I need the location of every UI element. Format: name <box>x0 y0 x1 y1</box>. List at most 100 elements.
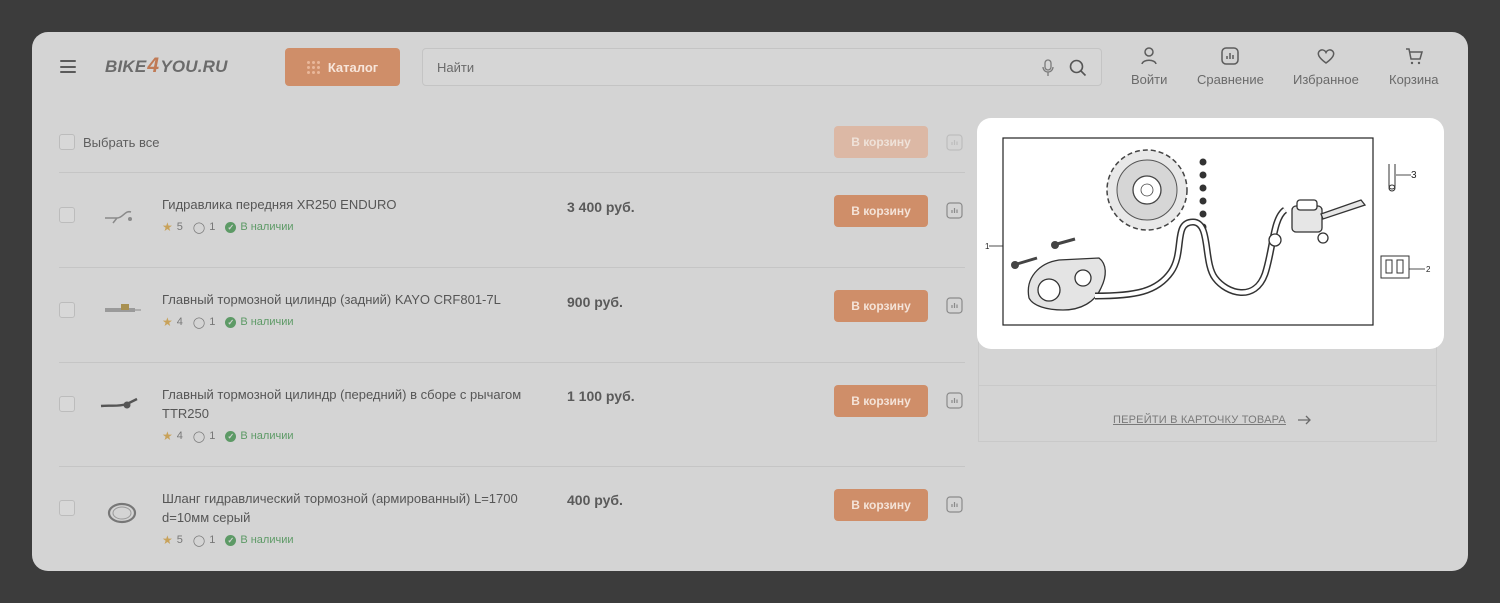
go-to-product-label: ПЕРЕЙТИ В КАРТОЧКУ ТОВАРА <box>1113 414 1286 426</box>
heart-icon <box>1317 49 1335 64</box>
detail-panel-box <box>978 342 1437 442</box>
product-title[interactable]: Шланг гидравлический тормозной (армирова… <box>162 489 532 527</box>
logo-text-domain: YOU.RU <box>160 57 228 76</box>
callout-3-part <box>1388 164 1396 192</box>
availability-label: В наличии <box>240 316 294 328</box>
product-price: 400 руб. <box>567 492 623 508</box>
product-price: 3 400 руб. <box>567 199 635 215</box>
comment-icon: ◯ <box>192 221 206 234</box>
star-icon: ★ <box>162 429 173 443</box>
check-icon: ✓ <box>225 534 237 546</box>
row-divider <box>59 267 965 268</box>
add-to-cart-button[interactable]: В корзину <box>834 385 928 417</box>
select-all-checkbox[interactable] <box>59 134 75 150</box>
compare-icon[interactable] <box>946 297 963 314</box>
search-bar <box>422 48 1102 86</box>
product-checkbox[interactable] <box>59 302 75 318</box>
compare-icon[interactable] <box>946 202 963 219</box>
parts-diagram: 1 3 2 <box>985 137 1431 326</box>
product-detail-panel: ПЕРЕЙТИ В КАРТОЧКУ ТОВАРА <box>978 342 1437 442</box>
product-title[interactable]: Главный тормозной цилиндр (задний) KAYO … <box>162 290 532 309</box>
product-rating: 5 <box>176 534 183 546</box>
compare-label: Сравнение <box>1197 72 1264 87</box>
catalog-button[interactable]: Каталог <box>285 48 400 86</box>
availability-status: ✓ В наличии <box>225 534 294 546</box>
compare-link[interactable]: Сравнение <box>1197 46 1264 87</box>
row-divider <box>59 172 965 173</box>
brake-disc <box>1106 149 1188 231</box>
login-link[interactable]: Войти <box>1131 46 1167 87</box>
cart-link[interactable]: Корзина <box>1389 46 1439 87</box>
product-thumbnail[interactable] <box>97 293 147 327</box>
product-rating: 5 <box>176 221 183 233</box>
product-rating: 4 <box>176 430 183 442</box>
product-thumbnail[interactable] <box>97 496 147 530</box>
product-rating: 4 <box>176 316 183 328</box>
add-to-cart-button[interactable]: В корзину <box>834 195 928 227</box>
product-comments-count: 1 <box>209 534 216 546</box>
product-row: Шланг гидравлический тормозной (армирова… <box>59 466 965 571</box>
callout-2: 2 <box>1426 265 1431 274</box>
product-thumbnail[interactable] <box>97 388 147 422</box>
caliper <box>1027 257 1106 311</box>
check-icon: ✓ <box>225 221 237 233</box>
bulk-compare-icon[interactable] <box>946 134 963 151</box>
search-icon[interactable] <box>1069 59 1087 77</box>
favorites-label: Избранное <box>1293 72 1359 87</box>
product-title[interactable]: Главный тормозной цилиндр (передний) в с… <box>162 385 532 423</box>
select-all-label: Выбрать все <box>83 134 160 150</box>
product-checkbox[interactable] <box>59 396 75 412</box>
product-checkbox[interactable] <box>59 207 75 223</box>
catalog-label: Каталог <box>327 59 379 75</box>
availability-status: ✓ В наличии <box>225 430 294 442</box>
product-checkbox[interactable] <box>59 500 75 516</box>
product-comments-count: 1 <box>209 430 216 442</box>
check-icon: ✓ <box>225 316 237 328</box>
product-title[interactable]: Гидравлика передняя XR250 ENDURO <box>162 195 532 214</box>
cart-icon <box>1405 48 1423 65</box>
product-thumbnail[interactable] <box>97 198 147 232</box>
logo-text: BIKE <box>105 57 147 76</box>
compare-icon[interactable] <box>946 496 963 513</box>
product-comments-count: 1 <box>209 316 216 328</box>
site-logo[interactable]: BIKE4YOU.RU <box>105 54 228 79</box>
callout-1: 1 <box>985 242 990 251</box>
availability-label: В наличии <box>240 221 294 233</box>
add-to-cart-button[interactable]: В корзину <box>834 489 928 521</box>
product-comments-count: 1 <box>209 221 216 233</box>
star-icon: ★ <box>162 315 173 329</box>
menu-icon[interactable] <box>60 60 76 73</box>
product-row: Гидравлика передняя XR250 ENDURO ★ 5 ◯ 1 ✓… <box>59 172 965 267</box>
logo-four: 4 <box>147 54 160 77</box>
check-icon: ✓ <box>225 430 237 442</box>
search-input[interactable] <box>437 49 997 85</box>
product-meta: ★ 5 ◯ 1 ✓ В наличии <box>162 220 294 234</box>
add-to-cart-button[interactable]: В корзину <box>834 290 928 322</box>
product-image-preview[interactable]: 1 3 2 <box>977 118 1444 349</box>
star-icon: ★ <box>162 533 173 547</box>
compare-icon[interactable] <box>946 392 963 409</box>
select-all[interactable]: Выбрать все <box>59 134 159 150</box>
bulk-add-to-cart-button[interactable]: В корзину <box>834 126 928 158</box>
availability-label: В наличии <box>240 430 294 442</box>
availability-status: ✓ В наличии <box>225 316 294 328</box>
go-to-product-link[interactable]: ПЕРЕЙТИ В КАРТОЧКУ ТОВАРА <box>1113 414 1312 426</box>
product-row: Главный тормозной цилиндр (задний) KAYO … <box>59 267 965 362</box>
row-divider <box>59 466 965 467</box>
microphone-icon[interactable] <box>1041 59 1055 77</box>
comment-icon: ◯ <box>192 316 206 329</box>
callout-3: 3 <box>1411 170 1417 181</box>
login-label: Войти <box>1131 72 1168 87</box>
product-price: 1 100 руб. <box>567 388 635 404</box>
grid-icon <box>306 60 320 74</box>
row-divider <box>59 362 965 363</box>
favorites-link[interactable]: Избранное <box>1293 46 1359 87</box>
user-icon <box>1141 47 1157 65</box>
product-meta: ★ 4 ◯ 1 ✓ В наличии <box>162 429 294 443</box>
bolts <box>1199 158 1207 231</box>
compare-icon <box>1221 47 1240 65</box>
availability-label: В наличии <box>240 534 294 546</box>
comment-icon: ◯ <box>192 430 206 443</box>
cart-label: Корзина <box>1389 72 1439 87</box>
availability-status: ✓ В наличии <box>225 221 294 233</box>
